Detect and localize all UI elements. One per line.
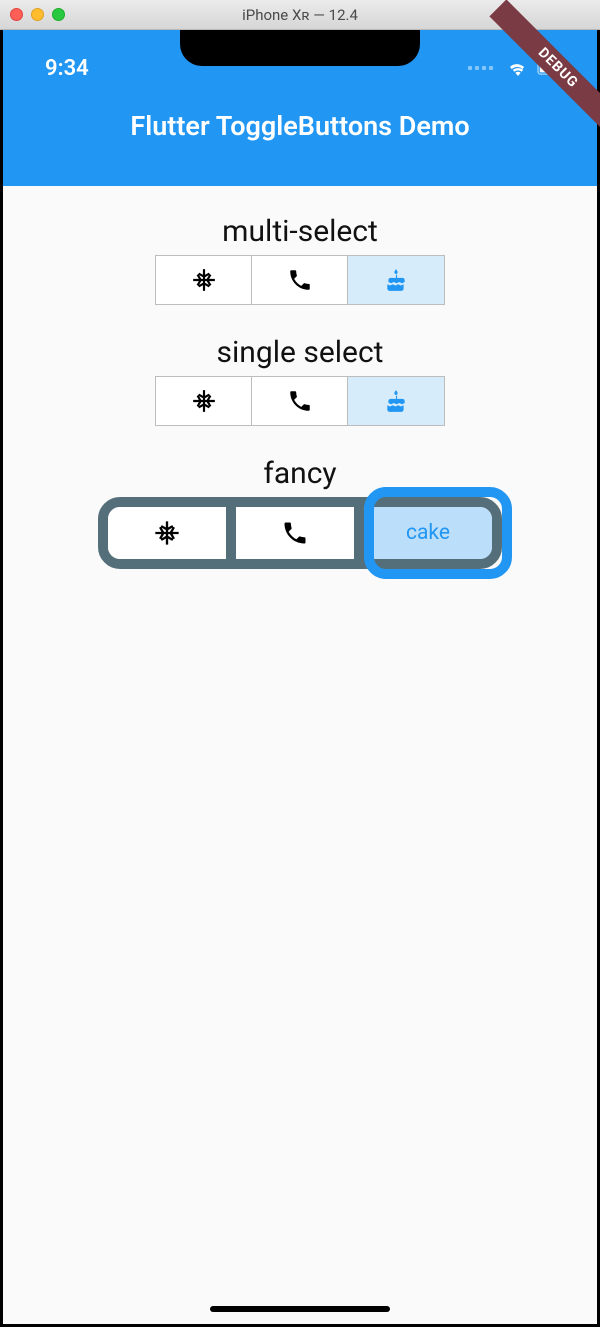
toggle-phone[interactable]: [252, 256, 348, 304]
section-single-select: single select: [3, 335, 597, 426]
section-label: single select: [3, 335, 597, 370]
toggle-phone[interactable]: [252, 377, 348, 425]
close-icon[interactable]: [10, 8, 23, 21]
toggle-group-fancy: cake: [98, 497, 502, 569]
simulator-screen: DEBUG 9:34 Flutter ToggleButtons Demo: [0, 30, 600, 1327]
maximize-icon[interactable]: [52, 8, 65, 21]
minimize-icon[interactable]: [31, 8, 44, 21]
section-fancy: fancy cake: [3, 456, 597, 569]
app-title: Flutter ToggleButtons Demo: [3, 88, 597, 142]
traffic-lights: [10, 8, 65, 21]
status-time: 9:34: [45, 56, 89, 81]
toggle-cake[interactable]: [348, 377, 444, 425]
snowflake-icon: [191, 388, 217, 414]
phone-icon: [287, 388, 313, 414]
snowflake-icon: [191, 267, 217, 293]
phone-icon: [281, 519, 309, 547]
toggle-snowflake[interactable]: [156, 256, 252, 304]
signal-dots-icon: [468, 66, 493, 70]
toggle-phone[interactable]: [236, 507, 364, 559]
section-multi-select: multi-select: [3, 214, 597, 305]
toggle-snowflake[interactable]: [156, 377, 252, 425]
toggle-cake[interactable]: [348, 256, 444, 304]
toggle-group-multi: [155, 255, 445, 305]
content-area: multi-select single select: [3, 186, 597, 569]
toggle-group-single: [155, 376, 445, 426]
section-label: fancy: [3, 456, 597, 491]
cake-icon: [383, 388, 409, 414]
section-label: multi-select: [3, 214, 597, 249]
toggle-snowflake[interactable]: [108, 507, 236, 559]
notch: [180, 30, 420, 66]
toggle-cake-label: cake: [406, 521, 450, 545]
phone-icon: [287, 267, 313, 293]
toggle-cake[interactable]: cake: [364, 507, 492, 559]
cake-icon: [383, 267, 409, 293]
snowflake-icon: [153, 519, 181, 547]
wifi-icon: [507, 60, 529, 76]
home-indicator[interactable]: [210, 1306, 390, 1312]
